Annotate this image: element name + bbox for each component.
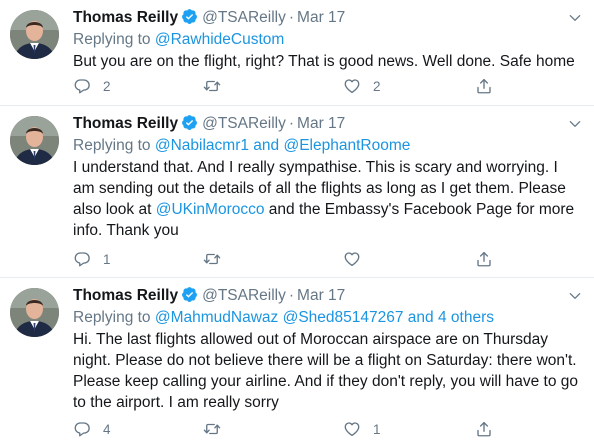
reply-count: 2 bbox=[103, 78, 111, 94]
separator: · bbox=[288, 9, 295, 26]
replying-prefix: Replying to bbox=[73, 31, 151, 48]
share-icon bbox=[475, 250, 493, 268]
reply-mention[interactable]: @ElephantRoome bbox=[283, 137, 410, 154]
retweet-button[interactable] bbox=[203, 76, 233, 96]
avatar[interactable] bbox=[10, 116, 59, 165]
tweet-date[interactable]: Mar 17 bbox=[297, 9, 345, 26]
reply-mention[interactable]: @Nabilacmr1 bbox=[155, 137, 249, 154]
reply-mention[interactable]: @MahmudNawaz bbox=[155, 309, 278, 326]
author-name[interactable]: Thomas Reilly bbox=[73, 9, 178, 26]
share-button[interactable] bbox=[475, 249, 493, 269]
verified-badge-icon bbox=[181, 8, 198, 25]
retweet-icon bbox=[203, 77, 221, 95]
tweet-text: Hi. The last flights allowed out of Moro… bbox=[73, 329, 582, 413]
replying-to: Replying to @MahmudNawaz @Shed85147267 a… bbox=[73, 307, 582, 328]
mention-joiner: and bbox=[248, 137, 284, 154]
author-handle[interactable]: @TSAReilly bbox=[202, 9, 286, 26]
share-icon bbox=[475, 420, 493, 438]
like-button[interactable] bbox=[343, 249, 373, 269]
tweet-actions: 1 bbox=[73, 249, 513, 269]
tweet-text: I understand that. And I really sympathi… bbox=[73, 157, 582, 241]
tweet-date[interactable]: Mar 17 bbox=[297, 287, 345, 304]
tweet-header: Thomas Reilly @TSAReilly · Mar 17 bbox=[73, 285, 582, 307]
like-button[interactable]: 1 bbox=[343, 419, 381, 439]
tweet-date[interactable]: Mar 17 bbox=[297, 115, 345, 132]
heart-icon bbox=[343, 420, 361, 438]
tweet[interactable]: Thomas Reilly @TSAReilly · Mar 17 Replying … bbox=[0, 106, 594, 278]
like-button[interactable]: 2 bbox=[343, 76, 381, 96]
tweet[interactable]: Thomas Reilly @TSAReilly · Mar 17 Replying … bbox=[0, 0, 594, 106]
avatar[interactable] bbox=[10, 10, 59, 59]
replying-to: Replying to @RawhideCustom bbox=[73, 29, 582, 50]
avatar[interactable] bbox=[10, 288, 59, 337]
reply-others-link[interactable]: and 4 others bbox=[404, 309, 494, 326]
chevron-down-icon[interactable] bbox=[568, 11, 582, 25]
tweet[interactable]: Thomas Reilly @TSAReilly · Mar 17 Replying … bbox=[0, 278, 594, 442]
tweet-actions: 4 1 bbox=[73, 419, 513, 439]
text-mention[interactable]: @UKinMorocco bbox=[156, 201, 265, 218]
reply-button[interactable]: 2 bbox=[73, 76, 111, 96]
separator: · bbox=[288, 115, 295, 132]
tweet-header: Thomas Reilly @TSAReilly · Mar 17 bbox=[73, 7, 582, 29]
author-name[interactable]: Thomas Reilly bbox=[73, 115, 178, 132]
reply-button[interactable]: 4 bbox=[73, 419, 111, 439]
chevron-down-icon[interactable] bbox=[568, 289, 582, 303]
retweet-button[interactable] bbox=[203, 249, 233, 269]
heart-icon bbox=[343, 77, 361, 95]
reply-mention[interactable]: @Shed85147267 bbox=[283, 309, 404, 326]
like-count: 1 bbox=[373, 421, 381, 437]
reply-icon bbox=[73, 77, 91, 95]
tweet-text-body: But you are on the flight, right? That i… bbox=[73, 53, 575, 70]
reply-count: 1 bbox=[103, 251, 111, 267]
replying-to: Replying to @Nabilacmr1 and @ElephantRoo… bbox=[73, 135, 582, 156]
tweet-text: But you are on the flight, right? That i… bbox=[73, 51, 582, 72]
separator: · bbox=[288, 287, 295, 304]
author-name[interactable]: Thomas Reilly bbox=[73, 287, 178, 304]
verified-badge-icon bbox=[181, 114, 198, 131]
heart-icon bbox=[343, 250, 361, 268]
chevron-down-icon[interactable] bbox=[568, 117, 582, 131]
tweet-text-body: Hi. The last flights allowed out of Moro… bbox=[73, 331, 578, 411]
author-handle[interactable]: @TSAReilly bbox=[202, 115, 286, 132]
replying-prefix: Replying to bbox=[73, 137, 151, 154]
reply-icon bbox=[73, 250, 91, 268]
tweet-actions: 2 2 bbox=[73, 76, 513, 96]
tweet-header: Thomas Reilly @TSAReilly · Mar 17 bbox=[73, 113, 582, 135]
replying-prefix: Replying to bbox=[73, 309, 151, 326]
verified-badge-icon bbox=[181, 286, 198, 303]
retweet-icon bbox=[203, 250, 221, 268]
retweet-button[interactable] bbox=[203, 419, 233, 439]
reply-icon bbox=[73, 420, 91, 438]
reply-mention[interactable]: @RawhideCustom bbox=[155, 31, 284, 48]
share-button[interactable] bbox=[475, 76, 493, 96]
author-handle[interactable]: @TSAReilly bbox=[202, 287, 286, 304]
share-button[interactable] bbox=[475, 419, 493, 439]
reply-button[interactable]: 1 bbox=[73, 249, 111, 269]
share-icon bbox=[475, 77, 493, 95]
like-count: 2 bbox=[373, 78, 381, 94]
reply-count: 4 bbox=[103, 421, 111, 437]
retweet-icon bbox=[203, 420, 221, 438]
